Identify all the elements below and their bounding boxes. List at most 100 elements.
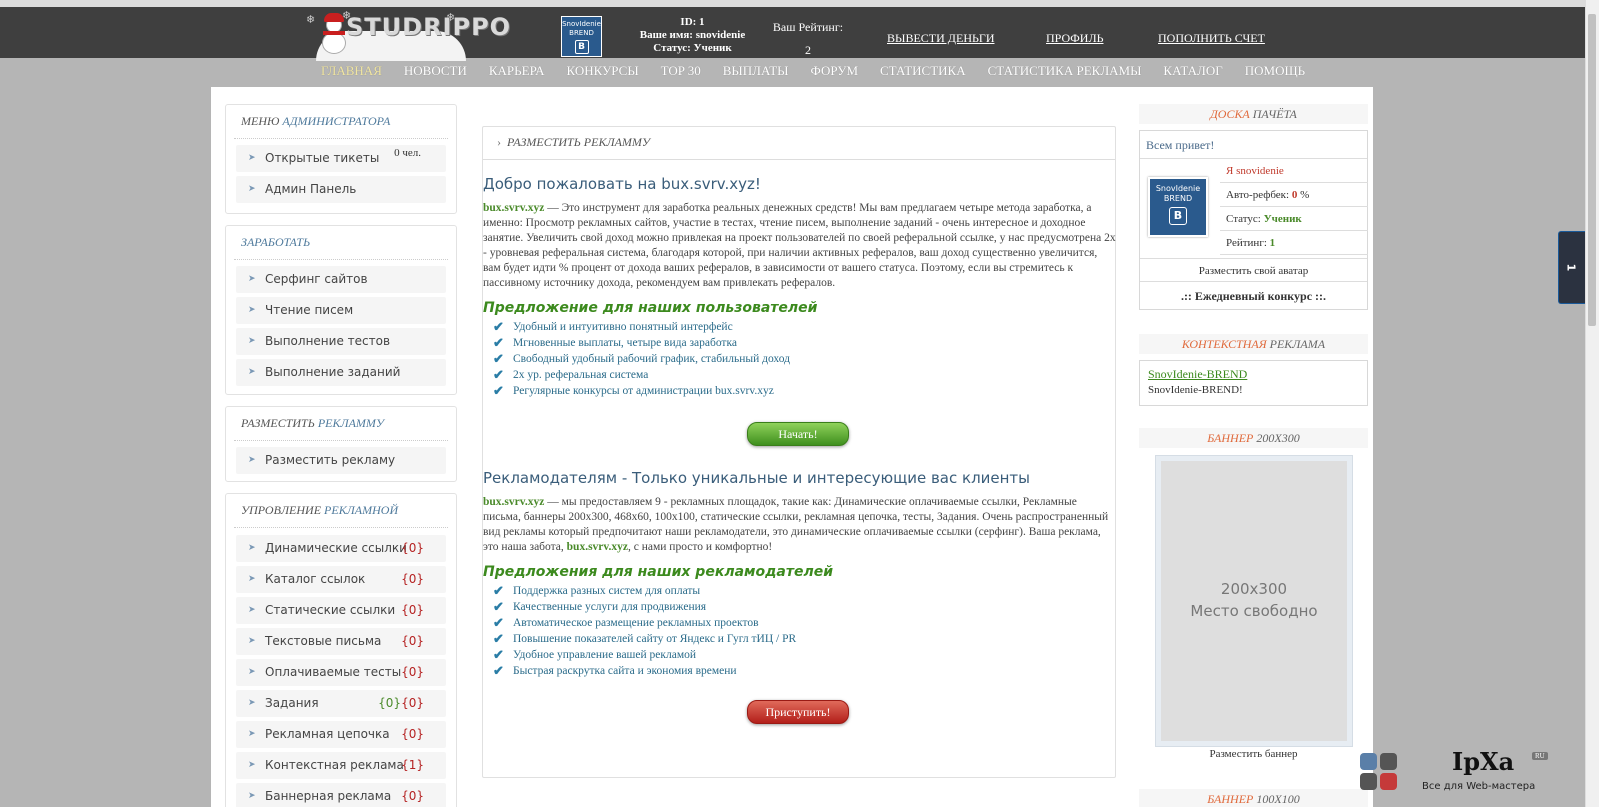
nav-news[interactable]: НОВОСТИ bbox=[393, 63, 478, 79]
nav-help[interactable]: ПОМОЩЬ bbox=[1234, 63, 1316, 79]
welcome-heading: Добро пожаловать на bux.svrv.xyz! bbox=[483, 175, 761, 193]
nav-career[interactable]: КАРЬЕРА bbox=[478, 63, 556, 79]
sidebar-item-surfing[interactable]: ➤ Серфинг сайтов bbox=[236, 266, 446, 293]
logo-text: STUDRIPPO bbox=[346, 13, 512, 41]
rating-label: Ваш Рейтинг: bbox=[772, 20, 844, 34]
topup-link[interactable]: ПОПОЛНИТЬ СЧЕТ bbox=[1158, 31, 1265, 46]
sidebar-item-link-catalog[interactable]: ➤ Каталог ссылок {0} bbox=[236, 566, 446, 593]
sidebar-item-dynamic-links[interactable]: ➤ Динамические ссылки {0} bbox=[236, 535, 446, 562]
admin-menu: МЕНЮ АДМИНИСТРАТОРА ➤ Открытые тикеты 0 … bbox=[225, 104, 457, 214]
user-name: snovidenie bbox=[695, 29, 746, 41]
sidebar-item-ad-chain[interactable]: ➤ Рекламная цепочка {0} bbox=[236, 721, 446, 748]
nav-payouts[interactable]: ВЫПЛАТЫ bbox=[712, 63, 800, 79]
nav-home[interactable]: ГЛАВНАЯ bbox=[310, 63, 393, 79]
checkmark-icon: ✔ bbox=[493, 599, 504, 614]
arrow-right-icon: ➤ bbox=[248, 367, 256, 377]
nav-stats[interactable]: СТАТИСТИКА bbox=[869, 63, 977, 79]
checkmark-icon: ✔ bbox=[493, 319, 504, 334]
user-status: Ученик bbox=[693, 42, 732, 54]
earn-menu-title: ЗАРАБОТАТЬ bbox=[234, 226, 448, 260]
scrollbar-thumb[interactable] bbox=[1588, 14, 1596, 326]
nav-forum[interactable]: ФОРУМ bbox=[800, 63, 870, 79]
avatar-brand-text: SnovIdenie bbox=[562, 20, 601, 28]
context-ad-link[interactable]: SnovIdenie-BREND bbox=[1140, 361, 1367, 382]
arrow-right-icon: ➤ bbox=[248, 543, 256, 553]
top-strip bbox=[0, 0, 1585, 7]
sidebar-item-tasks-ads[interactable]: ➤ Задания {0} {0} bbox=[236, 690, 446, 717]
nav-top30[interactable]: TOP 30 bbox=[650, 63, 712, 79]
banner-placeholder[interactable]: 200x300 Место свободно bbox=[1161, 461, 1347, 741]
sidebar-item-context-ad[interactable]: ➤ Контекстная реклама {1} bbox=[236, 752, 446, 779]
user-id: ID: 1 bbox=[680, 16, 705, 28]
arrow-right-icon: ➤ bbox=[248, 698, 256, 708]
user-rating: Ваш Рейтинг: 2 bbox=[770, 16, 846, 62]
withdraw-link[interactable]: ВЫВЕСТИ ДЕНЬГИ bbox=[887, 31, 994, 46]
sidebar-item-tasks[interactable]: ➤ Выполнение заданий bbox=[236, 359, 446, 386]
place-ad-menu-title: РАЗМЕСТИТЬ РЕКЛАММУ bbox=[234, 407, 448, 441]
list-item: ✔ Качественные услуги для продвижения bbox=[493, 599, 707, 614]
sidebar-item-admin-panel[interactable]: ➤ Админ Панель bbox=[236, 176, 446, 203]
avatar-badge: B bbox=[574, 40, 589, 54]
watermark-tagline: Все для Web-мастера bbox=[1422, 781, 1536, 792]
sidebar-item-label: Админ Панель bbox=[265, 182, 357, 196]
ipxa-watermark: IpXa RU Все для Web-мастера bbox=[1360, 747, 1548, 797]
nav-ad-stats[interactable]: СТАТИСТИКА РЕКЛАМЫ bbox=[977, 63, 1153, 79]
proceed-button[interactable]: Приступить! bbox=[747, 700, 849, 724]
checkmark-icon: ✔ bbox=[493, 583, 504, 598]
user-name-row: Ваше имя: snovidenie bbox=[639, 29, 746, 41]
me-row: Я snovidenie bbox=[1220, 159, 1368, 183]
list-item: ✔ Поддержка разных систем для оплаты bbox=[493, 583, 701, 598]
avatar-brand-sub: BREND bbox=[569, 29, 594, 37]
sidebar-item-label: Открытые тикеты bbox=[265, 151, 380, 165]
sidebar-item-tests[interactable]: ➤ Выполнение тестов bbox=[236, 328, 446, 355]
place-banner-link[interactable]: Разместить баннер bbox=[1139, 748, 1368, 760]
count-badge: {0} bbox=[401, 572, 424, 586]
count-badge: {0} bbox=[401, 696, 424, 710]
start-button[interactable]: Начать! bbox=[747, 422, 849, 446]
checkmark-icon: ✔ bbox=[493, 615, 504, 630]
logo-square bbox=[1380, 753, 1397, 770]
side-feedback-tab[interactable]: 1 bbox=[1558, 231, 1585, 304]
logo-square bbox=[1360, 753, 1377, 770]
manage-ad-menu-title: УПРОВЛЕНИЕ РЕКЛАМНОЙ bbox=[234, 494, 448, 528]
board-greeting: Всем привет! bbox=[1140, 131, 1367, 159]
content-title: › РАЗМЕСТИТЬ РЕКЛАММУ bbox=[483, 127, 1115, 160]
user-avatar[interactable]: SnovIdenie BREND B bbox=[1148, 177, 1208, 237]
snowflake-icon: ❄ bbox=[306, 14, 316, 26]
site-logo[interactable]: ❄ ❄ ❄ STUDRIPPO bbox=[296, 7, 510, 61]
sidebar-item-text-mail[interactable]: ➤ Текстовые письма {0} bbox=[236, 628, 446, 655]
list-item: ✔ Удобный и интуитивно понятный интерфейс bbox=[493, 319, 733, 334]
sidebar-item-read-mail[interactable]: ➤ Чтение писем bbox=[236, 297, 446, 324]
place-avatar-link[interactable]: Разместить свой аватар bbox=[1140, 258, 1367, 282]
header-avatar[interactable]: SnovIdenie BREND B bbox=[561, 16, 602, 57]
watermark-ru: RU bbox=[1532, 752, 1548, 760]
sidebar-item-static-links[interactable]: ➤ Статические ссылки {0} bbox=[236, 597, 446, 624]
main-content: › РАЗМЕСТИТЬ РЕКЛАММУ Добро пожаловать на… bbox=[482, 126, 1116, 778]
sidebar-item-banner-ad[interactable]: ➤ Баннерная реклама {0} bbox=[236, 783, 446, 807]
sidebar-item-place-ad[interactable]: ➤ Разместить рекламу bbox=[236, 447, 446, 474]
nav-catalog[interactable]: КАТАЛОГ bbox=[1152, 63, 1233, 79]
sidebar-item-open-tickets[interactable]: ➤ Открытые тикеты 0 чел. bbox=[236, 145, 446, 172]
logo-square bbox=[1380, 773, 1397, 790]
tickets-count: 0 чел. bbox=[394, 147, 421, 159]
arrow-right-icon: ➤ bbox=[248, 605, 256, 615]
checkmark-icon: ✔ bbox=[493, 647, 504, 662]
profile-link[interactable]: ПРОФИЛЬ bbox=[1046, 31, 1103, 46]
count-badge: {0} bbox=[401, 634, 424, 648]
earn-menu: ЗАРАБОТАТЬ ➤ Серфинг сайтов ➤ Чтение писем… bbox=[225, 225, 457, 395]
offer-adv-heading: Предложения для наших рекламодателей bbox=[483, 564, 834, 580]
banner-size-label: 200x300 bbox=[1220, 580, 1288, 598]
count-badge: {0} bbox=[401, 603, 424, 617]
site-name: bux.svrv.xyz bbox=[483, 202, 545, 214]
board-title: ДОСКА ПАЧЁТА bbox=[1139, 104, 1368, 124]
nav-contests[interactable]: КОНКУРСЫ bbox=[556, 63, 650, 79]
user-stats: Я snovidenie Авто-рефбек: 0 % Статус: Уч… bbox=[1220, 159, 1368, 255]
user-board: Всем привет! SnovIdenie BREND B Я snovid… bbox=[1139, 130, 1368, 310]
sidebar-item-paid-tests[interactable]: ➤ Оплачиваемые тесты {0} bbox=[236, 659, 446, 686]
arrow-right-icon: ➤ bbox=[248, 336, 256, 346]
list-item: ✔ Удобное управление вашей рекламой bbox=[493, 647, 697, 662]
list-item: ✔ Мгновенные выплаты, четыре вида заработ… bbox=[493, 335, 737, 350]
list-item: ✔ Регулярные конкурсы от администрации bu… bbox=[493, 383, 774, 398]
daily-contest-link[interactable]: .:: Ежедневный конкурс ::. bbox=[1140, 283, 1367, 309]
site-header: ❄ ❄ ❄ STUDRIPPO SnovIdenie BREND B ID: 1… bbox=[0, 7, 1585, 61]
